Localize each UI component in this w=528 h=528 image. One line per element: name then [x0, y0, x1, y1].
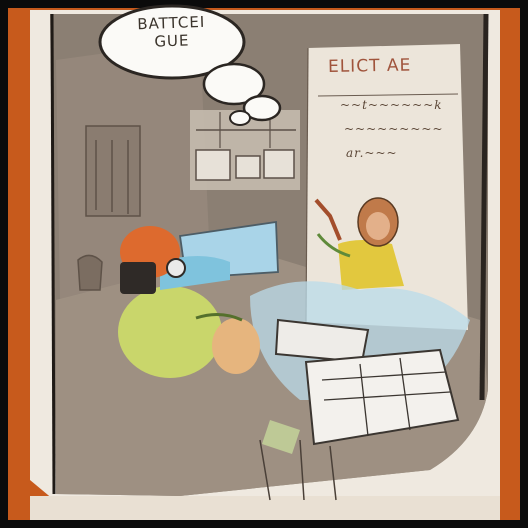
- panel-left-edge: [50, 13, 56, 495]
- bottom-paper-strip: [30, 496, 500, 520]
- poster-line-3: ar.~~~: [346, 146, 398, 160]
- speech-line-1: BATTCEI: [137, 12, 206, 34]
- goggles: [120, 262, 156, 294]
- speech-bubble-text: BATTCEI GUE: [111, 12, 233, 74]
- speech-line-2: GUE: [154, 31, 190, 51]
- poster-line-2: ~~~~~~~~~: [344, 122, 444, 136]
- poster-line-1: ~~t~~~~~~k: [340, 98, 443, 112]
- poster-title: ELICT AE: [327, 55, 412, 77]
- comic-panel: [0, 0, 528, 528]
